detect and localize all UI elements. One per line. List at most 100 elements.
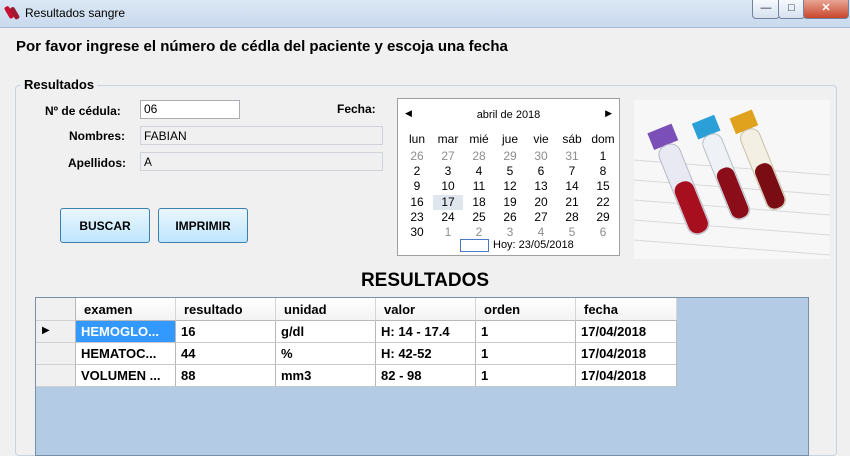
table-cell-resultado[interactable]: 88 <box>176 365 276 387</box>
table-cell-orden[interactable]: 1 <box>476 343 576 365</box>
calendar-day[interactable]: 4 <box>464 164 494 179</box>
calendar-day[interactable]: 6 <box>588 225 618 240</box>
calendar-day[interactable]: 14 <box>557 179 587 194</box>
calendar-day[interactable]: 15 <box>588 179 618 194</box>
calendar-day[interactable]: 31 <box>557 149 587 164</box>
calendar-day[interactable]: 21 <box>557 195 587 210</box>
calendar-weekday: dom <box>591 132 615 146</box>
table-cell-unidad[interactable]: % <box>276 343 376 365</box>
calendar-day[interactable]: 30 <box>526 149 556 164</box>
row-header[interactable] <box>36 365 76 387</box>
title-bar: Resultados sangre — □ ✕ <box>0 0 850 28</box>
calendar-day[interactable]: 17 <box>433 194 463 210</box>
column-header-resultado[interactable]: resultado <box>176 298 276 321</box>
fecha-label: Fecha: <box>337 102 376 116</box>
close-button[interactable]: ✕ <box>803 0 849 19</box>
today-marker <box>460 239 489 252</box>
calendar-day[interactable]: 18 <box>464 195 494 210</box>
apellidos-label: Apellidos: <box>68 156 127 170</box>
table-cell-orden[interactable]: 1 <box>476 321 576 343</box>
column-header-fecha[interactable]: fecha <box>576 298 677 321</box>
calendar-day[interactable]: 3 <box>433 164 463 179</box>
calendar-day[interactable]: 4 <box>526 225 556 240</box>
minimize-button[interactable]: — <box>752 0 780 19</box>
calendar-day[interactable]: 3 <box>495 225 525 240</box>
table-cell-fecha[interactable]: 17/04/2018 <box>576 321 677 343</box>
calendar-today[interactable]: Hoy: 23/05/2018 <box>493 239 574 251</box>
results-grid[interactable]: examen resultado unidad valor orden fecha ▶ HE… <box>35 297 809 456</box>
calendar-day[interactable]: 2 <box>464 225 494 240</box>
calendar-weekday: mié <box>469 132 489 146</box>
calendar-day[interactable]: 5 <box>557 225 587 240</box>
table-cell-examen[interactable]: VOLUMEN ... <box>76 365 176 387</box>
blood-tubes-image <box>634 100 830 259</box>
table-cell-examen[interactable]: HEMATOC... <box>76 343 176 365</box>
calendar-weekday: lun <box>408 132 425 146</box>
buscar-button[interactable]: BUSCAR <box>60 208 150 243</box>
row-header[interactable] <box>36 343 76 365</box>
calendar-day[interactable]: 28 <box>557 210 587 225</box>
app-icon <box>4 6 20 20</box>
apellidos-value: A <box>144 155 153 169</box>
calendar-weekday: sáb <box>562 132 582 146</box>
table-cell-orden[interactable]: 1 <box>476 365 576 387</box>
calendar-day[interactable]: 10 <box>433 179 463 194</box>
month-calendar[interactable]: ◀ abril de 2018 ▶ lun mar mié jue vie sáb dom 2… <box>397 98 620 256</box>
nombres-value: FABIAN <box>144 129 187 143</box>
table-cell-valor[interactable]: 82 - 98 <box>376 365 476 387</box>
column-header-valor[interactable]: valor <box>376 298 476 321</box>
table-cell-resultado[interactable]: 16 <box>176 321 276 343</box>
calendar-day[interactable]: 2 <box>402 164 432 179</box>
table-cell-fecha[interactable]: 17/04/2018 <box>576 365 677 387</box>
column-header-examen[interactable]: examen <box>76 298 176 321</box>
calendar-next-icon[interactable]: ▶ <box>605 108 612 119</box>
column-header-orden[interactable]: orden <box>476 298 576 321</box>
table-cell-examen[interactable]: HEMOGLO... <box>76 321 176 343</box>
calendar-day[interactable]: 11 <box>464 179 494 194</box>
calendar-day[interactable]: 22 <box>588 195 618 210</box>
calendar-day[interactable]: 1 <box>588 149 618 164</box>
table-cell-unidad[interactable]: g/dl <box>276 321 376 343</box>
row-header[interactable]: ▶ <box>36 321 76 343</box>
redacted-name <box>190 131 250 141</box>
calendar-day[interactable]: 29 <box>588 210 618 225</box>
calendar-day[interactable]: 7 <box>557 164 587 179</box>
calendar-day[interactable]: 19 <box>495 195 525 210</box>
calendar-day[interactable]: 9 <box>402 179 432 194</box>
current-row-icon: ▶ <box>42 325 50 336</box>
calendar-day[interactable]: 16 <box>402 195 432 210</box>
redacted-surname <box>152 157 227 167</box>
grid-corner <box>36 298 76 321</box>
cedula-input[interactable] <box>140 100 240 119</box>
calendar-day[interactable]: 30 <box>402 225 432 240</box>
calendar-day[interactable]: 23 <box>402 210 432 225</box>
table-cell-valor[interactable]: H: 14 - 17.4 <box>376 321 476 343</box>
calendar-day[interactable]: 1 <box>433 225 463 240</box>
calendar-day[interactable]: 27 <box>433 149 463 164</box>
calendar-day[interactable]: 8 <box>588 164 618 179</box>
calendar-day[interactable]: 27 <box>526 210 556 225</box>
table-cell-unidad[interactable]: mm3 <box>276 365 376 387</box>
calendar-day[interactable]: 28 <box>464 149 494 164</box>
calendar-day[interactable]: 25 <box>464 210 494 225</box>
table-cell-resultado[interactable]: 44 <box>176 343 276 365</box>
calendar-month-year[interactable]: abril de 2018 <box>398 109 619 121</box>
calendar-day[interactable]: 12 <box>495 179 525 194</box>
calendar-day[interactable]: 26 <box>402 149 432 164</box>
nombres-label: Nombres: <box>69 129 126 143</box>
calendar-day[interactable]: 26 <box>495 210 525 225</box>
table-cell-fecha[interactable]: 17/04/2018 <box>576 343 677 365</box>
calendar-day[interactable]: 20 <box>526 195 556 210</box>
column-header-unidad[interactable]: unidad <box>276 298 376 321</box>
imprimir-button[interactable]: IMPRIMIR <box>158 208 248 243</box>
calendar-day[interactable]: 13 <box>526 179 556 194</box>
nombres-field[interactable]: FABIAN <box>140 126 383 145</box>
calendar-day[interactable]: 24 <box>433 210 463 225</box>
calendar-day[interactable]: 6 <box>526 164 556 179</box>
instruction-text: Por favor ingrese el número de cédla del… <box>16 38 508 55</box>
calendar-day[interactable]: 29 <box>495 149 525 164</box>
maximize-button[interactable]: □ <box>778 0 805 19</box>
calendar-day[interactable]: 5 <box>495 164 525 179</box>
table-cell-valor[interactable]: H: 42-52 <box>376 343 476 365</box>
calendar-weekday: vie <box>533 132 549 146</box>
